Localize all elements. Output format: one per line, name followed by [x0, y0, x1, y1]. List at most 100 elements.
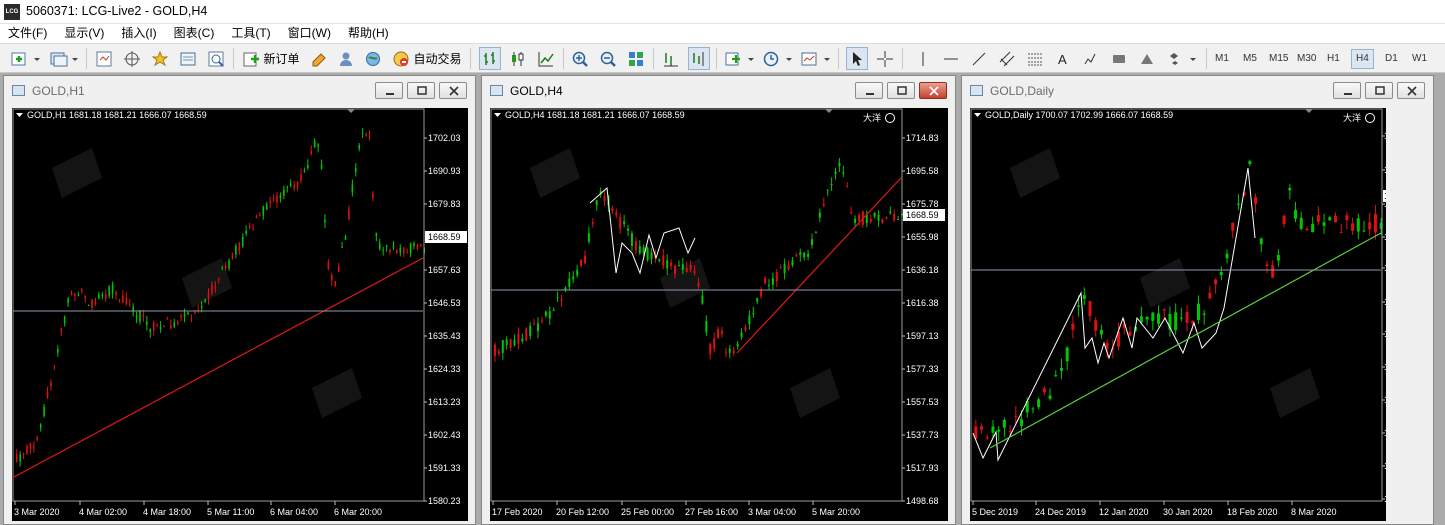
candle-body	[300, 174, 302, 181]
menu-charts[interactable]: 图表(C)	[166, 24, 224, 42]
trendline	[736, 177, 902, 354]
candle-body	[634, 241, 637, 251]
candle-body	[595, 200, 598, 206]
menu-view[interactable]: 显示(V)	[56, 24, 113, 42]
zoom-in-button[interactable]	[569, 47, 591, 70]
timeframe-h4[interactable]: H4	[1351, 49, 1374, 69]
candle-body	[646, 248, 649, 260]
zoom-out-button[interactable]	[597, 47, 619, 70]
candle-body	[572, 276, 575, 280]
maximize-button[interactable]	[887, 82, 915, 99]
candle-body	[265, 203, 268, 210]
timeframe-m30[interactable]: M30	[1293, 49, 1320, 69]
minimize-button[interactable]	[1333, 82, 1361, 99]
close-button[interactable]	[439, 82, 467, 99]
candle-body	[1305, 228, 1309, 231]
templates-button[interactable]	[798, 47, 832, 70]
chart-shift-button[interactable]	[660, 47, 682, 70]
candle-body	[544, 311, 547, 316]
timeframe-m15[interactable]: M15	[1265, 49, 1292, 69]
auto-scroll-button[interactable]	[688, 47, 710, 70]
trendline-icon	[972, 52, 986, 65]
strategy-tester-button[interactable]	[205, 47, 227, 70]
chart-window-h4[interactable]: GOLD,H4 1714.83 1695.58 1675.78 1668.59 1655…	[481, 75, 956, 525]
triangle-button[interactable]	[1136, 47, 1158, 70]
menu-window[interactable]: 窗口(W)	[280, 24, 340, 42]
trendline-button[interactable]	[968, 47, 990, 70]
periods-button[interactable]	[760, 47, 794, 70]
candle-body	[842, 172, 845, 174]
minimize-button[interactable]	[375, 82, 403, 99]
profiles-button[interactable]	[46, 47, 80, 70]
candlestick-button[interactable]	[507, 47, 529, 70]
chart-window-header[interactable]: GOLD,Daily	[962, 76, 1433, 104]
candle-body	[991, 426, 995, 433]
timeframe-m1[interactable]: M1	[1211, 49, 1233, 69]
candle-body	[77, 295, 80, 297]
chart-canvas-daily[interactable]: 1714.661688.411668.591662.911636.661611.…	[970, 108, 1386, 521]
close-button[interactable]	[919, 82, 947, 99]
chart-canvas-h4[interactable]: 1714.83 1695.58 1675.78 1668.59 1655.98 1636.…	[490, 108, 948, 521]
candle-body	[877, 214, 880, 221]
minimize-button[interactable]	[855, 82, 883, 99]
fibonacci-button[interactable]	[1024, 47, 1046, 70]
chart-window-daily[interactable]: GOLD,Daily 1714.661688.411668.591662.911…	[961, 75, 1434, 525]
candle-body	[57, 349, 59, 353]
timeframe-m5[interactable]: M5	[1239, 49, 1261, 69]
menu-tools[interactable]: 工具(T)	[223, 24, 279, 42]
chart-svg[interactable]: 1714.83 1695.58 1675.781668.59 1655.98 1636.…	[490, 108, 948, 521]
candle-body	[317, 144, 319, 147]
text-button[interactable]: A	[1052, 47, 1074, 70]
chart-window-header[interactable]: GOLD,H4	[482, 76, 955, 104]
timeframe-d1[interactable]: D1	[1381, 49, 1402, 69]
bar-chart-button[interactable]	[479, 47, 501, 70]
chart-window-h1[interactable]: GOLD,H1 1702.03 1690.93 1679.83 1668.59 1657…	[3, 75, 476, 525]
cursor-button[interactable]	[846, 47, 868, 70]
favorites-button[interactable]	[149, 47, 171, 70]
close-icon	[929, 86, 939, 96]
tile-windows-button[interactable]	[625, 47, 647, 70]
auto-trading-button[interactable]: 自动交易	[389, 47, 465, 70]
candle-body	[344, 236, 347, 240]
line-chart-button[interactable]	[535, 47, 557, 70]
menu-insert[interactable]: 插入(I)	[113, 24, 165, 42]
candle-body	[1351, 223, 1355, 231]
market-watch-button[interactable]	[93, 47, 115, 70]
candle-body	[43, 406, 45, 416]
terminal-button[interactable]	[177, 47, 199, 70]
rectangle-button[interactable]	[1108, 47, 1130, 70]
chart-canvas-h1[interactable]: 1702.03 1690.93 1679.83 1668.59 1657.63 1646.…	[12, 108, 468, 521]
signals-button[interactable]	[335, 47, 357, 70]
candle-body	[320, 164, 323, 169]
watermark-icon	[182, 258, 232, 308]
horizontal-line-button[interactable]	[940, 47, 962, 70]
vertical-line-button[interactable]	[912, 47, 934, 70]
price-tick-label: 1688.41	[1384, 165, 1386, 175]
menu-help[interactable]: 帮助(H)	[340, 24, 398, 42]
menu-file[interactable]: 文件(F)	[0, 24, 56, 42]
maximize-button[interactable]	[1365, 82, 1393, 99]
arrows-button[interactable]	[1164, 47, 1198, 70]
close-button[interactable]	[1397, 82, 1425, 99]
timeframe-h1[interactable]: H1	[1323, 49, 1344, 69]
metaeditor-button[interactable]	[308, 47, 330, 70]
text-label-button[interactable]	[1080, 47, 1102, 70]
indicators-button[interactable]	[722, 47, 756, 70]
chart-svg[interactable]: 1702.03 1690.93 1679.83 1668.59 1657.63 1646.…	[12, 108, 468, 521]
new-chart-button[interactable]	[8, 47, 42, 70]
market-button[interactable]	[362, 47, 384, 70]
candle-body	[548, 311, 551, 319]
timeframe-w1[interactable]: W1	[1408, 49, 1431, 69]
candle-body	[207, 293, 210, 299]
navigator-button[interactable]	[121, 47, 143, 70]
equidistant-channel-button[interactable]	[996, 47, 1018, 70]
chart-window-header[interactable]: GOLD,H1	[4, 76, 475, 104]
price-tick-label: 1675.78	[906, 199, 939, 209]
candle-body	[341, 246, 343, 248]
new-order-button[interactable]: 新订单	[240, 47, 302, 70]
price-tick-label: 1498.68	[906, 496, 939, 506]
chart-svg[interactable]: 1714.661688.411668.591662.911636.661611.…	[970, 108, 1386, 521]
maximize-button[interactable]	[407, 82, 435, 99]
candle-body	[289, 183, 292, 187]
crosshair-button[interactable]	[874, 47, 896, 70]
